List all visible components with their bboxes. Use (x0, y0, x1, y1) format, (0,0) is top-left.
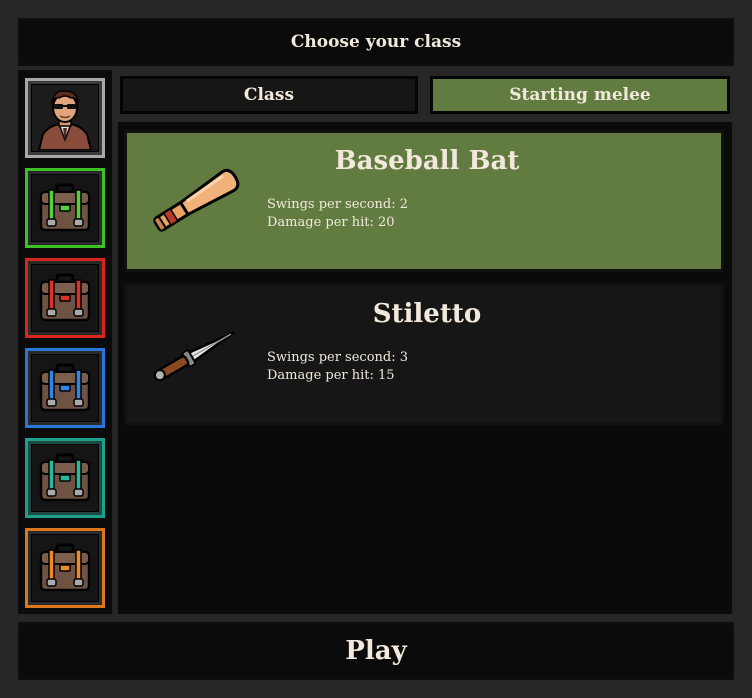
damage-per-hit: Damage per hit: 20 (267, 215, 395, 230)
class-bag-blue[interactable] (25, 348, 105, 428)
weapon-stats: Swings per second: 3 Damage per hit: 15 (267, 349, 408, 385)
tab-class-label: Class (243, 85, 295, 105)
swings-per-second: Swings per second: 3 (267, 350, 409, 365)
character-portrait[interactable] (25, 78, 105, 158)
briefcase-orange-icon (39, 543, 91, 592)
weapon-name-text: Stiletto (372, 299, 482, 329)
weapon-name: Baseball Bat (127, 146, 727, 176)
class-bag-green[interactable] (25, 168, 105, 248)
class-sidebar (18, 70, 112, 614)
baseball-bat-icon (153, 168, 240, 232)
class-bag-orange[interactable] (25, 528, 105, 608)
page-title: Choose your class (18, 18, 734, 66)
weapon-stats: Swings per second: 2 Damage per hit: 20 (267, 196, 408, 232)
weapon-card-stiletto[interactable]: Stiletto Swings per second: 3 Damage per… (124, 283, 724, 425)
tab-class[interactable]: Class (120, 76, 418, 114)
weapon-list: Baseball Bat Swings per second: 2 Damage… (118, 122, 732, 614)
swings-per-second: Swings per second: 2 (267, 197, 409, 212)
header-title: Choose your class (290, 32, 462, 52)
briefcase-teal-icon (39, 453, 91, 502)
damage-per-hit: Damage per hit: 15 (267, 368, 395, 383)
play-button-label: Play (345, 636, 407, 666)
briefcase-red-icon (39, 273, 91, 322)
class-bag-teal[interactable] (25, 438, 105, 518)
weapon-card-baseball-bat[interactable]: Baseball Bat Swings per second: 2 Damage… (124, 130, 724, 272)
tab-starting-melee[interactable]: Starting melee (430, 76, 730, 114)
tab-starting-melee-label: Starting melee (509, 85, 651, 105)
play-button[interactable]: Play (18, 622, 734, 680)
stiletto-knife-icon (153, 330, 236, 382)
class-bag-red[interactable] (25, 258, 105, 338)
character-avatar-icon (37, 90, 93, 150)
weapon-name: Stiletto (127, 299, 727, 329)
briefcase-green-icon (39, 183, 91, 232)
briefcase-blue-icon (39, 363, 91, 412)
weapon-name-text: Baseball Bat (334, 146, 520, 176)
tab-bar: Class Starting melee (116, 70, 734, 114)
